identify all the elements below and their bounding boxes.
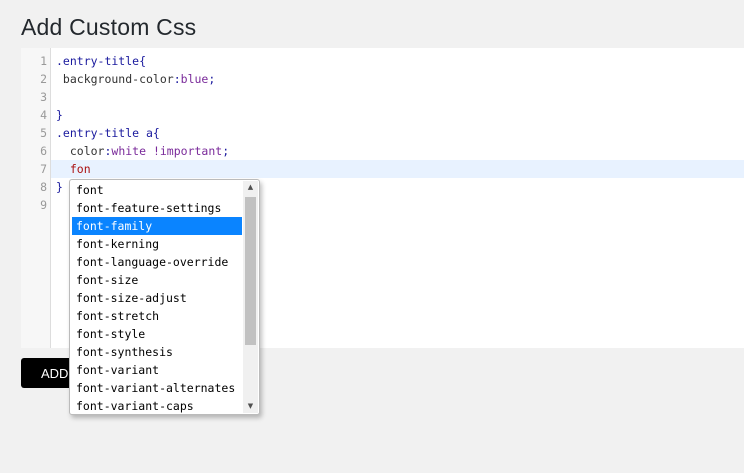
line-number: 9 bbox=[40, 198, 47, 212]
code-token: color bbox=[56, 144, 105, 158]
line-number: 8 bbox=[40, 180, 47, 194]
autocomplete-item[interactable]: font-stretch bbox=[72, 307, 242, 325]
autocomplete-item[interactable]: font-size-adjust bbox=[72, 289, 242, 307]
code-token: ; bbox=[208, 72, 216, 86]
code-line[interactable]: .entry-title{ bbox=[51, 52, 744, 70]
line-number: 2 bbox=[40, 72, 47, 86]
code-line[interactable]: } bbox=[51, 106, 744, 124]
code-line[interactable]: background-color:blue; bbox=[51, 70, 744, 88]
line-number: 6 bbox=[40, 144, 47, 158]
autocomplete-item[interactable]: font-synthesis bbox=[72, 343, 242, 361]
autocomplete-item[interactable]: font-variant-alternates bbox=[72, 379, 242, 397]
code-token: blue bbox=[180, 72, 209, 86]
code-token: } bbox=[56, 108, 63, 122]
autocomplete-dropdown[interactable]: font font-feature-settings font-family font… bbox=[69, 179, 260, 415]
code-token: ; bbox=[222, 144, 230, 158]
line-number: 7 bbox=[40, 162, 47, 176]
scroll-down-arrow-icon[interactable]: ▼ bbox=[243, 400, 258, 413]
scroll-up-arrow-icon[interactable]: ▲ bbox=[243, 181, 258, 194]
code-token: } bbox=[56, 180, 63, 194]
code-token: white !important bbox=[111, 144, 223, 158]
line-number-gutter: 1 2 3 4 5 6 7 8 9 bbox=[21, 48, 51, 348]
autocomplete-item[interactable]: font-variant-caps bbox=[72, 397, 242, 414]
autocomplete-item[interactable]: font-style bbox=[72, 325, 242, 343]
line-number: 4 bbox=[40, 108, 47, 122]
autocomplete-item-selected[interactable]: font-family bbox=[72, 217, 242, 235]
line-number: 3 bbox=[40, 90, 47, 104]
autocomplete-item[interactable]: font-kerning bbox=[72, 235, 242, 253]
line-number: 1 bbox=[40, 54, 47, 68]
code-token: .entry-title a{ bbox=[56, 126, 160, 140]
autocomplete-item[interactable]: font-size bbox=[72, 271, 242, 289]
autocomplete-item[interactable]: font-variant bbox=[72, 361, 242, 379]
page-title: Add Custom Css bbox=[21, 14, 197, 40]
code-line[interactable]: .entry-title a{ bbox=[51, 124, 744, 142]
code-token: fon bbox=[56, 162, 91, 176]
code-token: .entry-title{ bbox=[56, 54, 147, 68]
code-line[interactable] bbox=[51, 88, 744, 106]
scrollbar-thumb[interactable] bbox=[245, 197, 256, 345]
code-token: : bbox=[173, 72, 181, 86]
code-token: background-color bbox=[56, 72, 174, 86]
autocomplete-scrollbar[interactable]: ▲ ▼ bbox=[243, 181, 258, 413]
autocomplete-item[interactable]: font-feature-settings bbox=[72, 199, 242, 217]
line-number: 5 bbox=[40, 126, 47, 140]
autocomplete-item[interactable]: font-language-override bbox=[72, 253, 242, 271]
autocomplete-list: font font-feature-settings font-family font… bbox=[72, 181, 242, 414]
active-code-line[interactable]: fon bbox=[51, 160, 744, 178]
code-line[interactable]: color:white !important; bbox=[51, 142, 744, 160]
autocomplete-item[interactable]: font bbox=[72, 181, 242, 199]
